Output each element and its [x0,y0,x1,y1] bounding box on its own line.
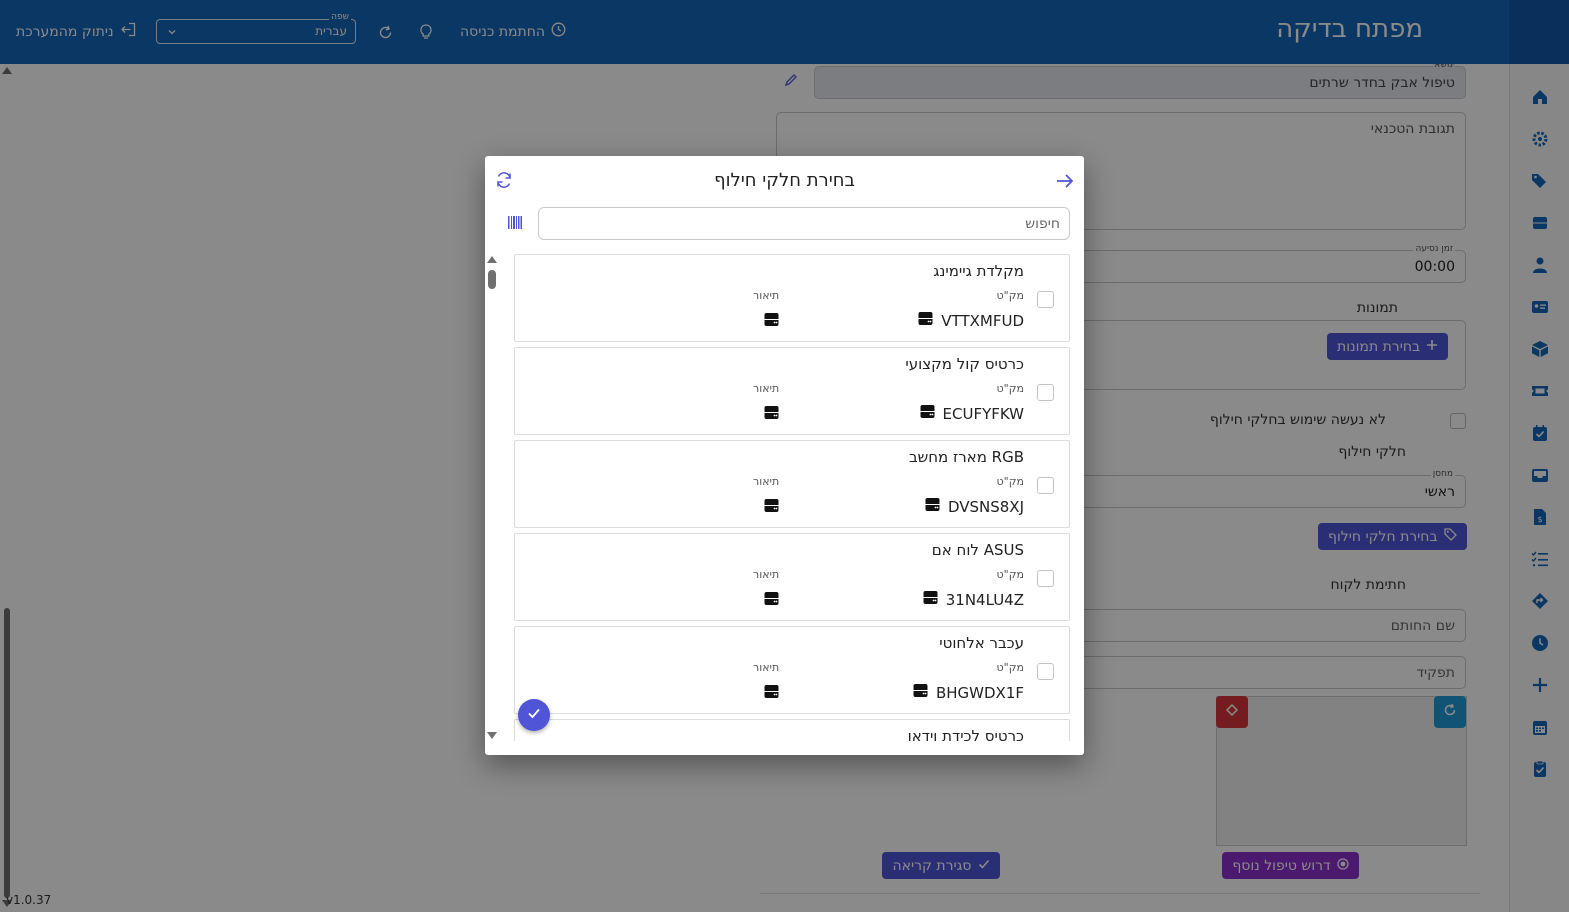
item-checkbox[interactable] [1037,570,1054,587]
item-name: מקלדת גיימינג [933,262,1024,280]
list-scrollbar[interactable] [485,254,499,741]
item-checkbox[interactable] [1037,384,1054,401]
item-checkbox[interactable] [1037,663,1054,680]
list-item[interactable]: לוח אם ASUS מק"ט 31N4LU4Z תיאור [514,533,1070,621]
list-item[interactable]: עכבר אלחוטי מק"ט BHGWDX1F תיאור [514,626,1070,714]
description-label: תיאור [753,568,780,581]
sku-value: DVSNS8XJ [947,497,1024,516]
description-label: תיאור [753,382,780,395]
item-sku: VTTXMFUD [918,311,1024,330]
item-checkbox[interactable] [1037,477,1054,494]
sku-label: מק"ט [996,289,1024,302]
server-icon [925,497,940,516]
scroll-down-arrow[interactable] [487,732,497,739]
arrow-right-icon[interactable] [1054,170,1076,192]
scroll-up-arrow[interactable] [487,256,497,263]
item-sku: ECUFYFKW [920,404,1024,423]
server-icon [764,591,779,610]
sku-value: BHGWDX1F [935,683,1024,702]
sync-icon[interactable] [495,171,515,191]
list-item[interactable]: כרטיס לכידת וידאו [514,719,1070,741]
sku-value: VTTXMFUD [941,311,1024,330]
scrollbar-thumb[interactable] [488,270,496,289]
spare-parts-dialog: בחירת חלקי חילוף חיפוש מקלדת גיימינג מק"… [485,156,1084,755]
search-placeholder: חיפוש [1025,216,1060,232]
server-icon [764,684,779,703]
server-icon [923,590,938,609]
search-input[interactable]: חיפוש [538,207,1070,240]
server-icon [764,405,779,424]
barcode-icon[interactable] [508,216,522,229]
item-name: עכבר אלחוטי [939,634,1024,652]
item-name: כרטיס לכידת וידאו [907,727,1024,741]
server-icon [764,498,779,517]
sku-label: מק"ט [996,475,1024,488]
list-item[interactable]: מקלדת גיימינג מק"ט VTTXMFUD תיאור [514,254,1070,342]
sku-label: מק"ט [996,661,1024,674]
item-name: מארז מחשב RGB [908,448,1024,466]
sku-label: מק"ט [996,568,1024,581]
sku-label: מק"ט [996,382,1024,395]
spare-parts-list: מקלדת גיימינג מק"ט VTTXMFUD תיאור כרטיס … [514,254,1070,741]
item-sku: BHGWDX1F [913,683,1024,702]
check-icon [527,706,541,724]
list-item[interactable]: מארז מחשב RGB מק"ט DVSNS8XJ תיאור [514,440,1070,528]
server-icon [918,311,933,330]
sku-value: ECUFYFKW [942,404,1024,423]
item-name: לוח אם ASUS [931,541,1024,559]
confirm-selection-button[interactable] [518,699,550,731]
server-icon [920,404,935,423]
item-name: כרטיס קול מקצועי [905,355,1024,373]
sku-value: 31N4LU4Z [945,590,1024,609]
description-label: תיאור [753,475,780,488]
item-sku: 31N4LU4Z [923,590,1024,609]
description-label: תיאור [753,661,780,674]
dialog-title: בחירת חלקי חילוף [714,170,855,191]
list-item[interactable]: כרטיס קול מקצועי מק"ט ECUFYFKW תיאור [514,347,1070,435]
description-label: תיאור [753,289,780,302]
item-checkbox[interactable] [1037,291,1054,308]
item-sku: DVSNS8XJ [925,497,1024,516]
server-icon [764,312,779,331]
server-icon [913,683,928,702]
